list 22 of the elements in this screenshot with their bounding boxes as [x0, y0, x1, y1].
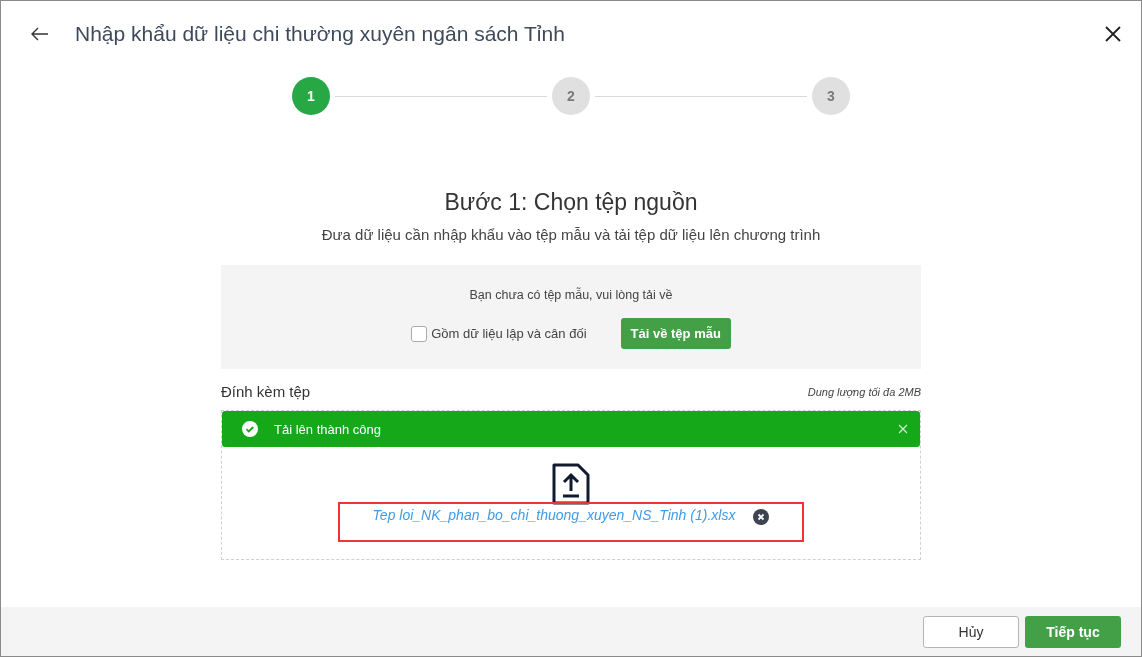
checkbox-square[interactable]	[411, 325, 428, 342]
back-button[interactable]	[31, 27, 49, 41]
file-link[interactable]: Tep loi_NK_phan_bo_chi_thuong_xuyen_NS_Tinh (1).xlsx	[372, 507, 736, 523]
include-data-checkbox[interactable]: Gồm dữ liệu lập và cân đối	[411, 325, 587, 342]
banner-text: Tải lên thành công	[274, 421, 382, 437]
remove-file-icon[interactable]	[753, 509, 770, 525]
step-indicator: 3	[812, 77, 850, 115]
step-heading: Bước 1: Chọn tệp nguồn	[444, 189, 698, 216]
download-template-button[interactable]: Tải về tệp mẫu	[620, 318, 731, 349]
continue-button[interactable]: Tiếp tục	[1025, 615, 1121, 648]
upload-area[interactable]: Tải lên thành công Tep loi_NK_phan_bo_chi_thuong_xuyen_NS_Tinh (1).xlsx	[221, 410, 921, 560]
check-circle-icon	[242, 421, 258, 437]
attachment-label: Đính kèm tệp	[221, 383, 311, 400]
size-note: Dung lượng tối đa 2MB	[807, 385, 921, 398]
cancel-button[interactable]: Hủy	[923, 615, 1019, 648]
close-button[interactable]	[1105, 26, 1121, 42]
template-message: Bạn chưa có tệp mẫu, vui lòng tải về	[469, 288, 673, 302]
step-subtitle: Đưa dữ liệu cần nhập khẩu vào tệp mẫu và tải tệp dữ liệu lên chương trình	[321, 226, 821, 243]
file-upload-icon	[552, 463, 590, 505]
window-title: Nhập khẩu dữ liệu chi thường xuyên ngân sách Tỉnh	[75, 22, 566, 46]
step-indicator: 2	[552, 77, 590, 115]
step-indicator: 1	[292, 77, 330, 115]
